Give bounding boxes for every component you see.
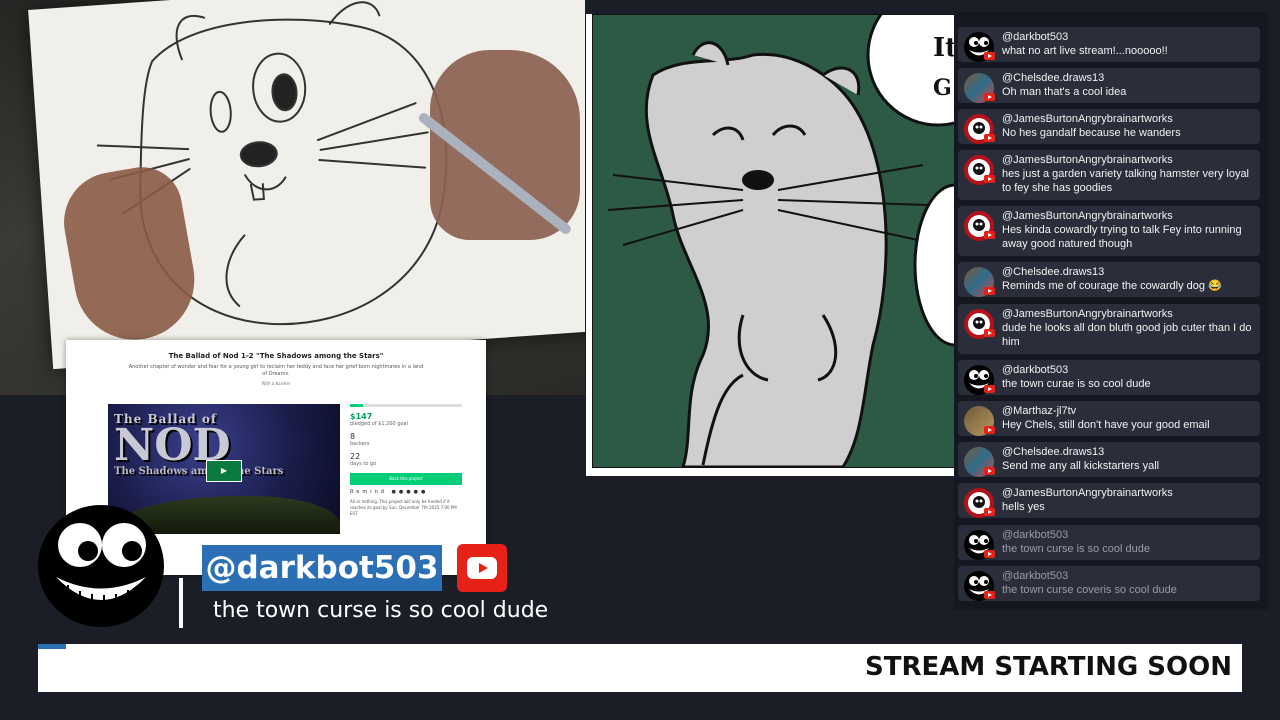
link-icon[interactable]: ● [421,489,428,495]
chat-username[interactable]: @JamesBurtonAngrybrainartworks [1002,112,1254,126]
chat-message[interactable]: @JamesBurtonAngrybrainartworks No hes gan… [958,109,1260,144]
back-project-button[interactable]: Back this project [350,473,462,485]
comic-art: It G [592,14,956,469]
funding-progress-bar [350,404,462,407]
youtube-icon [984,175,995,183]
chat-username[interactable]: @darkbot503 [1002,528,1254,542]
chat-text: Hey Chels, still don't have your good em… [1002,419,1210,431]
pledged-amount: $147 [350,412,373,421]
chat-message[interactable]: @Chelsdee.draws13 Oh man that's a cool id… [958,68,1260,103]
bluesky-icon[interactable]: ● [406,489,413,495]
chat-username[interactable]: @darkbot503 [1002,363,1254,377]
youtube-icon [984,591,995,599]
chat-username[interactable]: @Chelsdee.draws13 [1002,71,1254,85]
youtube-icon [984,93,995,101]
chat-username[interactable]: @JamesBurtonAngrybrainartworks [1002,486,1254,500]
highlight-username: @darkbot503 [202,545,442,591]
youtube-icon [984,52,995,60]
logo-title: NOD [114,420,231,471]
youtube-icon [984,550,995,558]
hamster-illustration [607,14,956,469]
chat-text: Oh man that's a cool idea [1002,86,1127,98]
chat-message[interactable]: @Chelsdee.draws13 Send me any all kicksta… [958,442,1260,477]
youtube-icon [984,287,995,295]
days-count: 22 [350,452,361,461]
comic-panel: It G [586,14,956,476]
chat-message[interactable]: @JamesBurtonAngrybrainartworks hes just a… [958,150,1260,200]
chat-text: the town curae is so cool dude [1002,378,1151,390]
chat-text: dude he looks all don bluth good job cut… [1002,322,1252,348]
chat-username[interactable]: @darkbot503 [1002,30,1254,44]
ticker-text: STREAM STARTING SOON [865,652,1232,682]
remind-button[interactable]: Remind [350,489,387,495]
chat-text: Reminds me of courage the cowardly dog 😂 [1002,280,1222,292]
speech-bubble-text: It [933,33,956,63]
chat-username[interactable]: @Chelsdee.draws13 [1002,445,1254,459]
chat-message[interactable]: @darkbot503 the town curse is so cool dud… [958,525,1260,560]
chat-message[interactable]: @Chelsdee.draws13 Reminds me of courage t… [958,262,1260,297]
funding-panel: $147 pledged of $1,200 goal 8 backers 22… [350,404,462,517]
youtube-icon [984,508,995,516]
backers-label: backers [350,441,370,447]
chat-text: Hes kinda cowardly trying to talk Fey in… [1002,224,1242,250]
chat-message[interactable]: @Marthaz-jl7tv Hey Chels, still don't hav… [958,401,1260,436]
chat-text: hes just a garden variety talking hamste… [1002,168,1250,194]
chat-text: No hes gandalf because he wanders [1002,127,1181,139]
days-label: days to go [350,461,377,467]
logo-subtitle-bottom: The Shadows among the Stars [114,466,284,477]
chat-username[interactable]: @JamesBurtonAngrybrainartworks [1002,153,1254,167]
youtube-icon [984,134,995,142]
youtube-icon [457,544,507,592]
email-icon[interactable]: ● [414,489,421,495]
chat-message[interactable]: @darkbot503 the town curae is so cool dud… [958,360,1260,395]
chat-username[interactable]: @JamesBurtonAngrybrainartworks [1002,209,1254,223]
funding-footer: All or nothing. This project will only b… [350,499,457,516]
chat-text: Send me any all kickstarters yall [1002,460,1160,472]
youtube-icon [984,329,995,337]
play-icon[interactable]: ▶ [206,460,242,482]
youtube-icon [984,385,995,393]
chat-message[interactable]: @JamesBurtonAngrybrainartworks Hes kinda … [958,206,1260,256]
project-description: Another chapter of wonder and fear for a… [128,364,424,377]
highlight-message: the town curse is so cool dude [213,598,549,623]
nod-logo: The Ballad of NOD The Shadows among the … [114,412,283,478]
live-chat-panel[interactable]: @darkbot503 what no art live stream!...no… [954,12,1268,610]
chat-text: the town curse coveris so cool dude [1002,584,1177,596]
youtube-icon [984,426,995,434]
chat-message[interactable]: @JamesBurtonAngrybrainartworks dude he lo… [958,304,1260,354]
backers-count: 8 [350,432,356,441]
speech-bubble-text-2: G [933,75,952,101]
chat-text: the town curse is so cool dude [1002,543,1150,555]
chat-username[interactable]: @darkbot503 [1002,569,1254,583]
chat-message[interactable]: @darkbot503 the town curse coveris so coo… [958,566,1260,601]
highlight-avatar [38,505,164,627]
project-author[interactable]: With a Kaisher [66,381,486,386]
project-title: The Ballad of Nod 1-2 "The Shadows among… [168,352,384,360]
chat-username[interactable]: @Marthaz-jl7tv [1002,404,1254,418]
pledged-goal: pledged of $1,200 goal [350,421,409,427]
facebook-icon[interactable]: ● [392,489,399,495]
chat-text: hells yes [1002,501,1045,513]
chat-username[interactable]: @JamesBurtonAngrybrainartworks [1002,307,1254,321]
chat-text: what no art live stream!...nooooo!! [1002,45,1168,57]
chat-message[interactable]: @darkbot503 what no art live stream!...no… [958,27,1260,62]
highlight-divider [179,578,183,628]
ticker-accent [38,644,66,649]
share-row: Remind ●●●●● [350,489,462,495]
youtube-icon [984,231,995,239]
youtube-icon [984,467,995,475]
chat-username[interactable]: @Chelsdee.draws13 [1002,265,1254,279]
chat-message[interactable]: @JamesBurtonAngrybrainartworks hells yes [958,483,1260,518]
status-ticker: STREAM STARTING SOON [38,644,1242,692]
webcam-drawing-feed [0,0,585,395]
